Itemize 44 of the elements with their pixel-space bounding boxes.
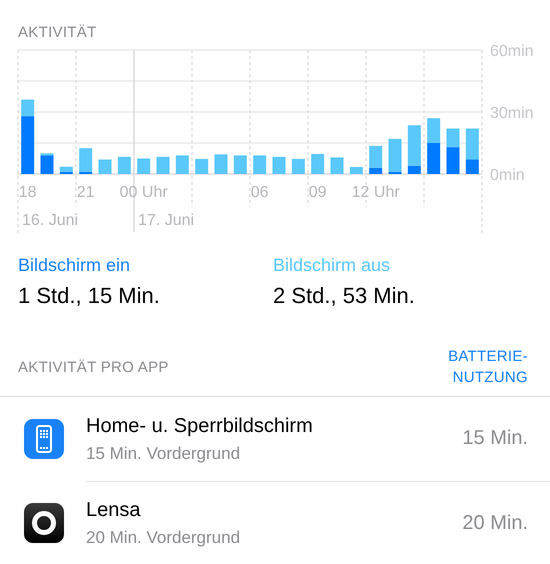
summary-value: 1 Std., 15 Min. <box>18 282 161 310</box>
x-axis-label: 00 Uhr <box>120 184 168 201</box>
summary-label: Bildschirm ein <box>18 254 132 276</box>
x-axis-label: 21 <box>76 184 95 201</box>
chart-bar <box>311 154 324 174</box>
usage-time: 15 Min. <box>462 427 528 450</box>
chart-bar <box>195 158 208 174</box>
x-axis-label: 09 <box>308 184 327 201</box>
chart-bar <box>214 154 228 174</box>
chart-bar <box>427 143 440 174</box>
chart-bar <box>176 155 189 174</box>
date-label: 16. Juni <box>22 212 78 229</box>
app-name: Lensa <box>86 498 142 523</box>
x-axis-label: 06 <box>250 184 269 201</box>
y-axis-label: 30min <box>490 105 534 122</box>
chart-bar <box>137 158 150 174</box>
usage-time: 20 Min. <box>462 512 528 534</box>
y-axis-label: 0min <box>490 167 525 184</box>
chart-bar <box>98 160 112 174</box>
date-label: 17. Juni <box>138 212 194 229</box>
chart-bar <box>330 157 344 174</box>
chart-bar <box>427 118 440 143</box>
chart-bar <box>234 155 247 174</box>
battery-usage-link[interactable]: BATTERIE- NUTZUNG <box>448 346 528 388</box>
chart-bar <box>446 128 460 148</box>
summary-value: 2 Std., 53 Min. <box>273 282 416 310</box>
y-axis-label: 60min <box>490 43 534 60</box>
chart-bar <box>253 155 266 174</box>
app-detail: 15 Min. Vordergrund <box>86 442 242 464</box>
app-name: Home- u. Sperrbildschirm <box>86 414 314 438</box>
chart-bar <box>446 147 460 174</box>
section-title: AKTIVITÄT <box>17 23 98 42</box>
chart-bar <box>118 156 131 174</box>
section-title: AKTIVITÄT PRO APP <box>18 358 169 376</box>
x-axis-label: 12 Uhr <box>352 184 400 201</box>
ring-icon <box>24 503 64 543</box>
chart-bar <box>292 158 305 174</box>
chart-bar <box>156 156 170 174</box>
chart-bar <box>350 166 363 174</box>
phone-grid-icon <box>24 419 64 459</box>
app-detail: 20 Min. Vordergrund <box>86 527 242 549</box>
chart-bar <box>272 156 286 174</box>
x-axis-label: 18 <box>18 184 37 201</box>
summary-label: Bildschirm aus <box>273 254 392 276</box>
